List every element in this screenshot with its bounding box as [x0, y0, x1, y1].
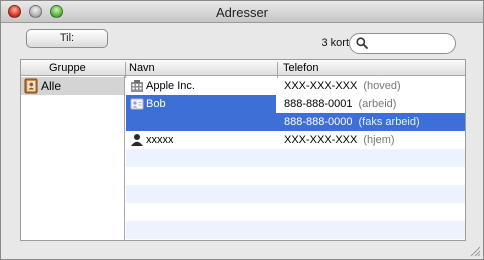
address-window: Adresser Til: 3 kort Gruppe Navn Telefon — [0, 0, 484, 260]
search-icon — [356, 37, 368, 49]
phone-type: (arbeid) — [358, 98, 397, 110]
empty-row — [126, 167, 465, 185]
address-book-icon — [24, 78, 38, 94]
phone-number: XXX-XXX-XXX — [284, 80, 358, 92]
column-header-phone[interactable]: Telefon — [283, 62, 318, 74]
phone-type: (hoved) — [363, 80, 401, 92]
address-panel: Gruppe Navn Telefon Alle Apple Inc. XXX-… — [20, 59, 466, 241]
contact-row-bob[interactable]: Bob — [126, 95, 276, 131]
window-title: Adresser — [215, 5, 269, 20]
phone-entry: 888-888-0001 (arbeid) — [284, 98, 396, 110]
empty-row — [126, 185, 465, 203]
empty-row — [126, 221, 465, 239]
contact-list: Apple Inc. XXX-XXX-XXX (hoved) Bob 888-88… — [126, 76, 465, 240]
contact-name: Apple Inc. — [146, 80, 195, 92]
column-header: Gruppe Navn Telefon — [21, 60, 465, 78]
card-count: 3 kort — [321, 37, 349, 49]
phone-type: (faks arbeid) — [358, 116, 420, 128]
contact-row-xxxxx[interactable]: xxxxx XXX-XXX-XXX (hjem) — [126, 131, 465, 149]
group-item-alle[interactable]: Alle — [21, 77, 124, 95]
group-list: Alle — [21, 76, 125, 240]
phone-number: 888-888-0000 — [284, 116, 353, 128]
column-header-name[interactable]: Navn — [129, 62, 155, 74]
phone-row[interactable]: 888-888-0001 (arbeid) — [276, 95, 465, 113]
empty-row — [126, 149, 465, 167]
phone-number: XXX-XXX-XXX — [284, 134, 358, 146]
contact-row-apple[interactable]: Apple Inc. XXX-XXX-XXX (hoved) — [126, 77, 465, 95]
title-bar[interactable]: Adresser — [1, 1, 483, 23]
contact-name: xxxxx — [146, 134, 174, 146]
contact-card-icon — [130, 98, 144, 110]
person-icon — [131, 134, 143, 146]
search-field[interactable] — [349, 33, 456, 54]
phone-row-selected[interactable]: 888-888-0000 (faks arbeid) — [276, 113, 465, 131]
to-button[interactable]: Til: — [26, 29, 108, 48]
column-header-group[interactable]: Gruppe — [49, 62, 86, 74]
resize-grip-icon[interactable] — [470, 246, 481, 257]
phone-number: 888-888-0001 — [284, 98, 353, 110]
contact-name: Bob — [146, 98, 166, 110]
phone-entry: XXX-XXX-XXX (hjem) — [284, 134, 395, 146]
group-label: Alle — [41, 79, 62, 93]
empty-row — [126, 203, 465, 221]
phone-entry: 888-888-0000 (faks arbeid) — [284, 116, 420, 128]
phone-type: (hjem) — [363, 134, 395, 146]
toolbar: Til: 3 kort — [1, 23, 483, 59]
building-icon — [131, 80, 143, 92]
phone-entry: XXX-XXX-XXX (hoved) — [284, 80, 401, 92]
